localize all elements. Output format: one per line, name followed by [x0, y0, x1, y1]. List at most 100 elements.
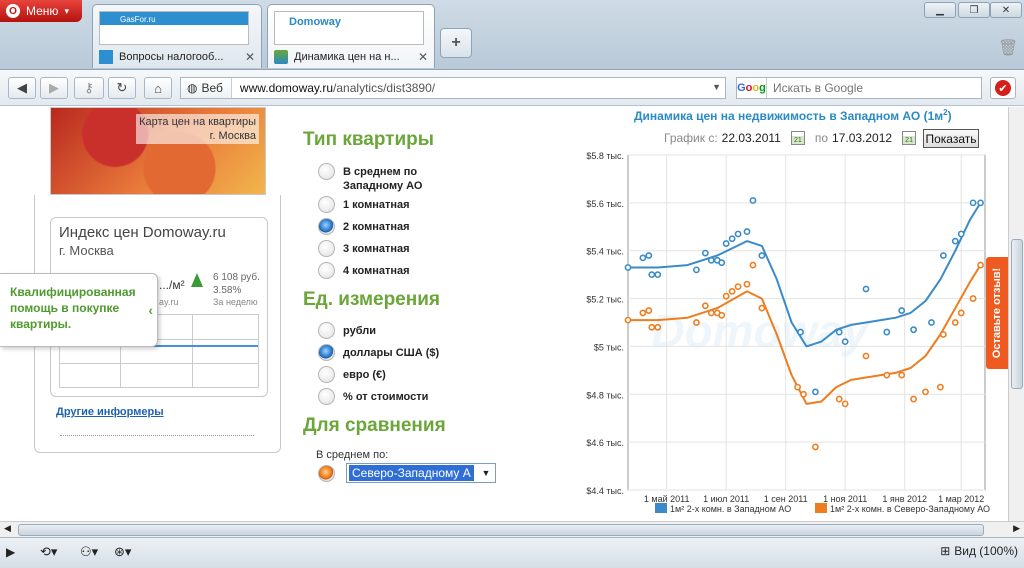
radio-button[interactable] — [318, 388, 335, 405]
opera-menu-button[interactable]: O Меню ▾ — [0, 0, 82, 22]
data-point — [797, 328, 804, 336]
address-prefix: Веб — [201, 81, 223, 95]
radio-apartment-average[interactable]: В среднем по Западному АО — [318, 163, 443, 193]
tab-close-icon[interactable]: ✕ — [418, 50, 428, 64]
tab-gasfor[interactable]: GasFor.ru Вопросы налогооб... ✕ — [92, 4, 262, 68]
radio-unit-rub[interactable]: рубли — [318, 322, 376, 339]
wand-button[interactable]: ⚷ — [74, 77, 104, 99]
address-url[interactable]: www.domoway.ru/analytics/dist3890/ — [232, 81, 435, 95]
horizontal-scrollbar[interactable]: ◀ ▶ — [0, 521, 1024, 537]
address-dropdown-icon[interactable]: ▼ — [712, 82, 721, 92]
minimize-icon: ▁ — [936, 4, 944, 16]
sync-icon[interactable]: ⟲▾ — [40, 544, 57, 560]
data-point — [936, 383, 944, 391]
panel-toggle-icon[interactable]: ▶ — [6, 545, 15, 559]
help-callout[interactable]: Квалифицированная помощь в покупке кварт… — [0, 273, 158, 347]
radio-apartment-1room[interactable]: 1 комнатная — [318, 196, 410, 213]
reload-button[interactable]: ↻ — [108, 77, 136, 99]
forward-icon: ▶ — [49, 80, 59, 95]
show-button[interactable]: Показать — [923, 129, 979, 148]
radio-unit-percent[interactable]: % от стоимости — [318, 388, 428, 405]
address-bar[interactable]: ◍ Веб www.domoway.ru/analytics/dist3890/… — [180, 77, 726, 99]
search-engine-icon[interactable]: Goog — [737, 78, 767, 98]
radio-apartment-2room[interactable]: 2 комнатная — [318, 218, 410, 235]
search-box[interactable]: Goog — [736, 77, 982, 99]
up-arrow-icon — [191, 273, 203, 287]
y-tick-label: $5.8 тыс. — [586, 151, 624, 161]
data-point — [749, 261, 757, 269]
map-label: Карта цен на квартиры г. Москва — [136, 114, 259, 144]
radio-unit-usd[interactable]: доллары США ($) — [318, 344, 439, 361]
radio-apartment-4room[interactable]: 4 комнатная — [318, 262, 410, 279]
vertical-scrollbar[interactable] — [1008, 107, 1024, 521]
index-site: ay.ru — [159, 297, 179, 307]
home-icon: ⌂ — [154, 80, 162, 96]
radio-apartment-3room[interactable]: 3 комнатная — [318, 240, 410, 257]
radio-button[interactable] — [318, 262, 335, 279]
radio-button[interactable] — [318, 163, 335, 180]
data-point — [743, 280, 751, 288]
data-point — [951, 319, 959, 326]
compare-radio[interactable] — [318, 465, 335, 482]
close-window-button[interactable]: ✕ — [990, 2, 1022, 18]
data-point — [707, 256, 715, 264]
restore-button[interactable]: ❐ — [958, 2, 990, 18]
radio-button[interactable] — [318, 322, 335, 339]
other-informers-link[interactable]: Другие информеры — [56, 406, 164, 418]
web-badge: ◍ Веб — [181, 78, 232, 98]
price-map-thumbnail[interactable]: Карта цен на квартиры г. Москва — [50, 107, 266, 195]
index-city: г. Москва — [59, 243, 114, 258]
data-point — [862, 352, 870, 360]
radio-button[interactable] — [318, 196, 335, 213]
to-date[interactable]: 17.03.2012 — [832, 131, 892, 145]
tab-title: Динамика цен на н... — [294, 51, 400, 63]
apartment-type-title: Тип квартиры — [303, 129, 434, 150]
tab-domoway[interactable]: Domoway Динамика цен на н... ✕ — [267, 4, 435, 68]
scroll-left-icon[interactable]: ◀ — [4, 523, 11, 534]
radio-unit-eur[interactable]: евро (€) — [318, 366, 386, 383]
tab-bar: O Меню ▾ GasFor.ru Вопросы налогооб... ✕… — [0, 0, 1024, 70]
radio-button-selected[interactable] — [318, 465, 335, 482]
radio-button[interactable] — [318, 240, 335, 257]
calendar-icon[interactable]: 21 — [902, 131, 917, 145]
share-icon[interactable]: ⚇▾ — [80, 544, 98, 560]
scrollbar-thumb[interactable] — [1011, 239, 1023, 389]
from-date[interactable]: 22.03.2011 — [722, 131, 781, 145]
data-point — [862, 285, 870, 293]
zoom-control[interactable]: ⊞ Вид (100%) — [940, 544, 1018, 558]
forward-button[interactable]: ▶ — [40, 77, 68, 99]
scroll-right-icon[interactable]: ▶ — [1013, 523, 1020, 534]
restore-icon: ❐ — [969, 4, 979, 16]
chevron-down-icon[interactable]: ▼ — [479, 466, 493, 480]
back-icon: ◀ — [17, 80, 27, 95]
back-button[interactable]: ◀ — [8, 77, 36, 99]
data-point — [951, 237, 959, 245]
speed-dial-icon[interactable]: ⊛▾ — [114, 544, 131, 560]
trash-icon[interactable]: 🗑 — [998, 38, 1018, 60]
scrollbar-thumb[interactable] — [18, 524, 984, 536]
search-input[interactable] — [767, 81, 967, 95]
data-point — [693, 319, 700, 326]
home-button[interactable]: ⌂ — [144, 77, 172, 99]
domoway-favicon-icon — [274, 50, 288, 64]
data-point — [898, 307, 906, 314]
chevron-left-icon: ‹ — [148, 302, 153, 318]
new-tab-button[interactable]: + — [440, 28, 472, 58]
radio-label: В среднем по Западному АО — [343, 166, 423, 192]
price-chart: Domoway $5.8 тыс.$5.6 тыс.$5.4 тыс.$5.2 … — [586, 151, 990, 514]
compare-district-select[interactable]: Северо-Западному А ▼ — [346, 463, 496, 483]
opera-link-button[interactable]: ✔ — [990, 77, 1016, 99]
feedback-label: Оставьте отзыв! — [991, 267, 1004, 359]
chart-title-text: Динамика цен на недвижимость в Западном … — [634, 109, 944, 123]
tab-close-icon[interactable]: ✕ — [245, 50, 255, 64]
x-tick-label: 1 мар 2012 — [938, 494, 984, 504]
radio-button[interactable] — [318, 366, 335, 383]
y-tick-label: $5.6 тыс. — [586, 199, 624, 209]
feedback-tab[interactable]: Оставьте отзыв! — [986, 257, 1008, 369]
data-point — [624, 264, 632, 271]
radio-button-selected[interactable] — [318, 218, 335, 235]
minimize-button[interactable]: ▁ — [924, 2, 956, 18]
radio-button-selected[interactable] — [318, 344, 335, 361]
chart-title: Динамика цен на недвижимость в Западном … — [634, 108, 952, 123]
calendar-icon[interactable]: 21 — [790, 131, 805, 145]
